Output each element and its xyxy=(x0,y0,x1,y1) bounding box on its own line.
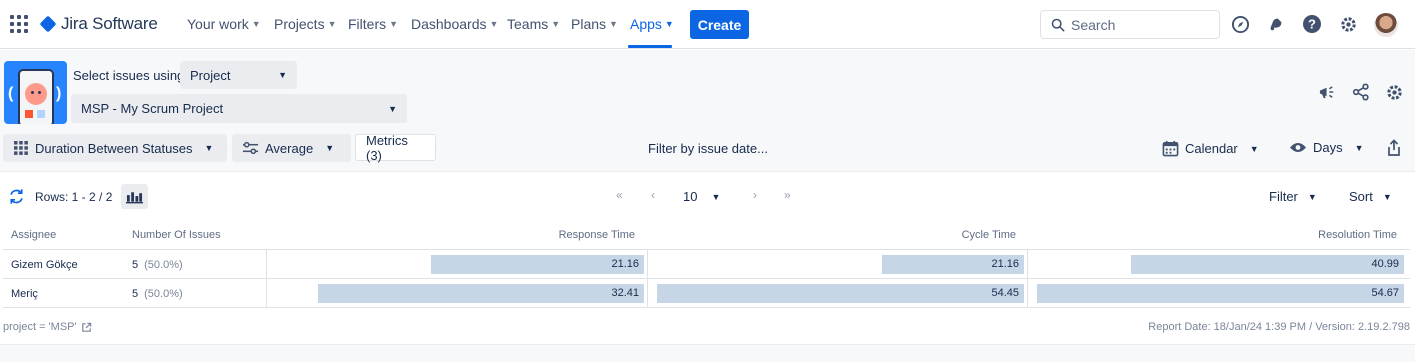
chevron-down-icon: ▼ xyxy=(327,19,337,29)
report-header: ( ) Select issues using Project ▼ MSP - … xyxy=(0,50,1415,172)
table-row[interactable]: Gizem Gökçe 5 (50.0%) 21.16 21.16 40.99 xyxy=(3,250,1410,279)
report-type-dropdown[interactable]: Duration Between Statuses ▼ xyxy=(3,134,227,162)
jira-logo[interactable]: Jira Software xyxy=(39,14,158,34)
report-settings-gear-icon[interactable] xyxy=(1384,82,1404,102)
search-input[interactable] xyxy=(1071,16,1211,33)
chevron-down-icon: ▼ xyxy=(1249,143,1259,154)
chevron-down-icon: ▼ xyxy=(609,19,618,29)
calendar-icon xyxy=(1162,140,1179,157)
issue-count: 5 (50.0%) xyxy=(132,259,183,271)
chevron-down-icon: ▼ xyxy=(1382,191,1392,202)
app-logo: ( ) xyxy=(4,61,67,124)
filter-dropdown[interactable]: Filter ▼ xyxy=(1269,189,1317,204)
announcement-megaphone-icon[interactable] xyxy=(1317,82,1337,102)
eye-icon xyxy=(1290,143,1306,152)
character-face-icon xyxy=(25,83,47,105)
grid-icon xyxy=(14,141,28,155)
select-issues-label: Select issues using xyxy=(73,68,185,83)
top-navigation: Jira Software Your work ▼ Projects ▼ Filte… xyxy=(0,0,1415,49)
table-header: Assignee Number Of Issues Response Time … xyxy=(3,220,1410,250)
rows-toolbar: Rows: 1 - 2 / 2 « ‹ 10 ▼ › » Filter ▼ So… xyxy=(0,173,1415,219)
resolution-time-bar: 54.67 xyxy=(1037,284,1404,303)
cycle-time-bar: 54.45 xyxy=(657,284,1024,303)
metrics-button[interactable]: Metrics (3) xyxy=(355,133,436,163)
share-icon[interactable] xyxy=(1351,82,1371,102)
assignee-name: Gizem Gökçe xyxy=(11,259,78,271)
time-unit-dropdown[interactable]: Days ▼ xyxy=(1289,140,1364,155)
user-avatar[interactable] xyxy=(1374,13,1398,37)
export-icon[interactable] xyxy=(1387,139,1401,157)
first-page-icon[interactable]: « xyxy=(616,188,623,202)
chevron-down-icon: ▼ xyxy=(325,143,335,153)
nav-teams[interactable]: Teams ▼ xyxy=(507,16,560,32)
rows-count: Rows: 1 - 2 / 2 xyxy=(35,190,113,204)
chevron-down-icon: ▼ xyxy=(251,19,261,29)
filter-by-date[interactable]: Filter by issue date... xyxy=(648,141,768,156)
nav-dashboards[interactable]: Dashboards ▼ xyxy=(411,16,498,32)
refresh-icon[interactable] xyxy=(8,188,25,205)
table-row[interactable]: Meriç 5 (50.0%) 32.41 54.45 54.67 xyxy=(3,279,1410,308)
col-cycle-time[interactable]: Cycle Time xyxy=(962,229,1016,241)
chevron-down-icon: ▼ xyxy=(204,143,214,153)
last-page-icon[interactable]: » xyxy=(784,188,791,202)
nav-filters[interactable]: Filters ▼ xyxy=(348,16,398,32)
response-time-bar: 21.16 xyxy=(431,255,644,274)
chevron-down-icon: ▼ xyxy=(389,19,399,29)
nav-your-work[interactable]: Your work ▼ xyxy=(187,16,261,32)
brand-name: Jira Software xyxy=(61,14,158,33)
jql-query[interactable]: project = 'MSP' xyxy=(3,321,92,333)
col-resolution-time[interactable]: Resolution Time xyxy=(1318,229,1397,241)
sliders-icon xyxy=(242,141,259,155)
calendar-dropdown[interactable]: Calendar ▼ xyxy=(1162,140,1259,157)
app-switcher-icon[interactable] xyxy=(10,15,28,33)
col-number-of-issues[interactable]: Number Of Issues xyxy=(132,229,221,241)
response-time-bar: 32.41 xyxy=(318,284,644,303)
aggregation-dropdown[interactable]: Average ▼ xyxy=(232,134,351,162)
assignee-name: Meriç xyxy=(11,288,38,300)
chevron-down-icon: ▼ xyxy=(489,19,499,29)
chevron-down-icon: ▼ xyxy=(551,19,561,29)
chevron-down-icon: ▼ xyxy=(278,70,287,80)
chevron-down-icon: ▼ xyxy=(664,19,674,29)
project-dropdown[interactable]: MSP - My Scrum Project ▼ xyxy=(71,94,407,123)
search-box[interactable] xyxy=(1040,10,1220,39)
next-page-icon[interactable]: › xyxy=(753,188,757,202)
active-nav-indicator xyxy=(628,45,672,48)
compass-icon[interactable] xyxy=(1230,14,1250,34)
sort-dropdown[interactable]: Sort ▼ xyxy=(1349,189,1392,204)
settings-gear-icon[interactable] xyxy=(1338,14,1358,34)
help-icon[interactable]: ? xyxy=(1302,14,1322,34)
duration-table: Assignee Number Of Issues Response Time … xyxy=(3,220,1410,308)
select-type-dropdown[interactable]: Project ▼ xyxy=(180,61,297,89)
chevron-down-icon: ▼ xyxy=(711,191,721,202)
nav-projects[interactable]: Projects ▼ xyxy=(274,16,337,32)
chevron-down-icon: ▼ xyxy=(1307,191,1317,202)
resolution-time-bar: 40.99 xyxy=(1131,255,1404,274)
col-response-time[interactable]: Response Time xyxy=(559,229,635,241)
nav-apps[interactable]: Apps ▼ xyxy=(630,16,674,32)
chevron-down-icon: ▼ xyxy=(1354,142,1364,153)
prev-page-icon[interactable]: ‹ xyxy=(651,188,655,202)
create-button[interactable]: Create xyxy=(690,10,749,39)
page-size-dropdown[interactable]: 10 ▼ xyxy=(683,189,720,204)
cycle-time-bar: 21.16 xyxy=(882,255,1024,274)
notifications-icon[interactable] xyxy=(1266,14,1286,34)
search-icon xyxy=(1051,18,1065,31)
issue-count: 5 (50.0%) xyxy=(132,288,183,300)
external-link-icon xyxy=(81,322,91,332)
chevron-down-icon: ▼ xyxy=(388,103,397,114)
chart-toggle-button[interactable] xyxy=(121,184,148,209)
report-info: Report Date: 18/Jan/24 1:39 PM / Version… xyxy=(1148,321,1410,333)
bar-chart-icon xyxy=(126,191,143,203)
svg-text:?: ? xyxy=(1308,17,1316,32)
col-assignee[interactable]: Assignee xyxy=(11,229,56,241)
jira-diamond-icon xyxy=(39,15,57,33)
nav-plans[interactable]: Plans ▼ xyxy=(571,16,618,32)
page-bottom xyxy=(0,344,1415,362)
